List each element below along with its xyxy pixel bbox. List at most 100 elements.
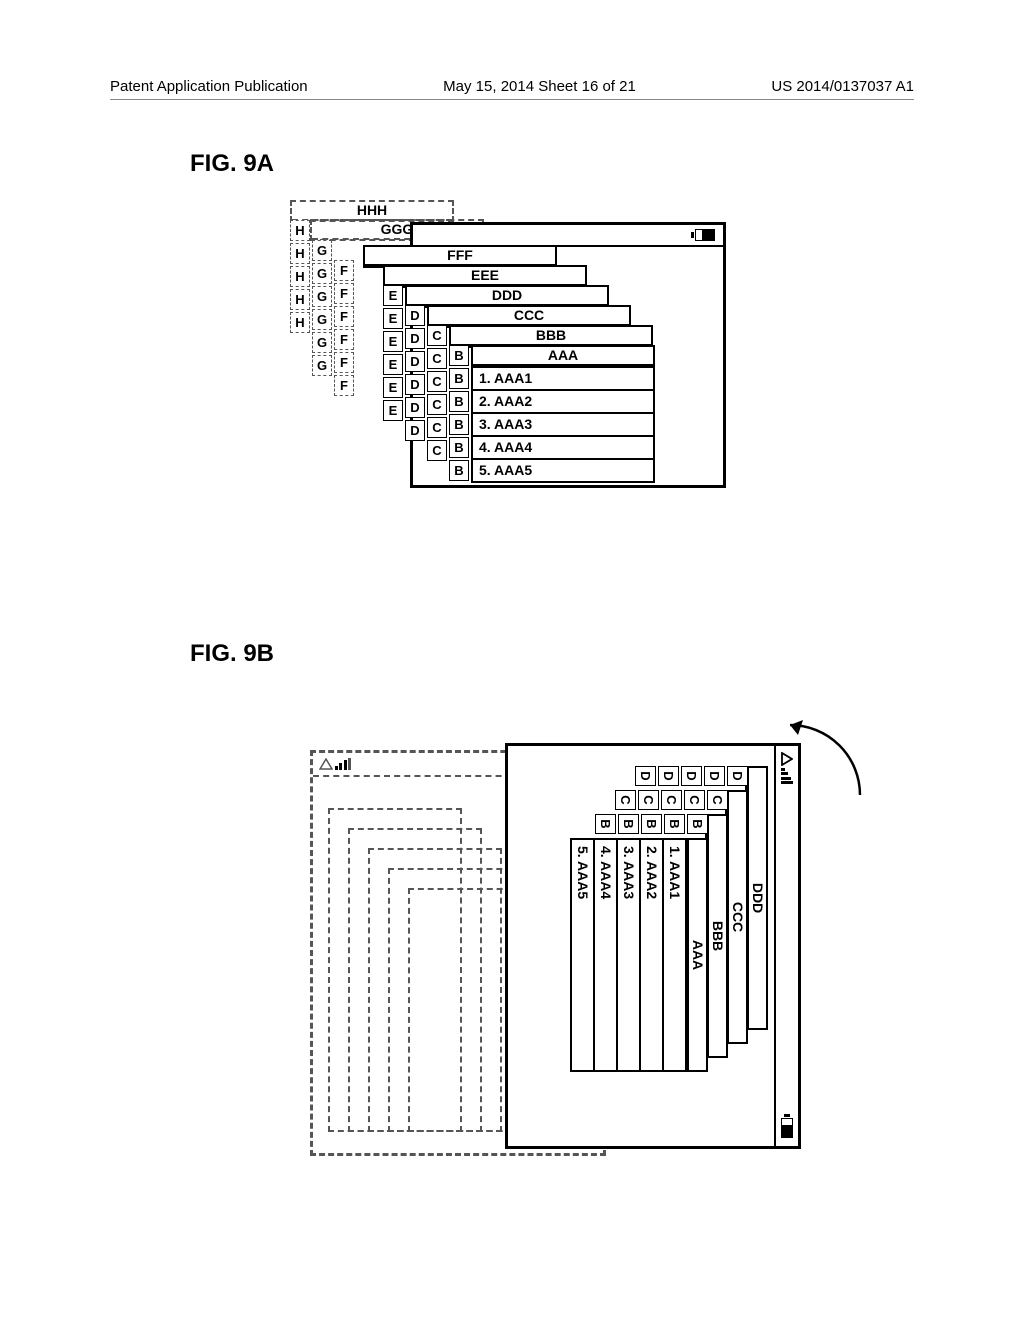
sidecol-b: B B B B B B [449,345,469,483]
signal-icon [319,758,351,770]
header-publication: Patent Application Publication [110,78,308,95]
side-c: C [707,790,728,810]
side-d: D [658,766,679,786]
title-fff: FFF [365,247,555,266]
signal-icon [781,752,793,784]
side-d: D [635,766,656,786]
side-b: B [449,437,469,458]
page: Patent Application Publication May 15, 2… [0,0,1024,1320]
header-date-sheet: May 15, 2014 Sheet 16 of 21 [443,78,636,95]
list-item: 1. AAA1 [664,840,687,1070]
battery-icon [691,229,715,241]
sidecol-d-9b: D D D D D [633,766,748,786]
side-b: B [641,814,662,834]
list-item: 2. AAA2 [473,389,653,412]
figure-9a: HHH GGG H H H H H G G G G G G F F F F [290,200,710,500]
side-h: H [290,266,310,287]
battery-icon [781,1114,793,1138]
header-patent-number: US 2014/0137037 A1 [771,78,914,95]
side-b: B [449,391,469,412]
list-item: 2. AAA2 [641,840,664,1070]
side-g: G [312,355,332,376]
side-d: D [727,766,748,786]
list-item: 3. AAA3 [618,840,641,1070]
side-b: B [449,414,469,435]
status-bar-9b [774,746,798,1146]
side-b: B [449,345,469,366]
side-f: F [334,306,354,327]
side-b: B [449,460,469,481]
side-d: D [405,351,425,372]
side-f: F [334,375,354,396]
card-bbb-9b: BBB [705,814,728,1058]
side-d: D [405,328,425,349]
side-e: E [383,308,403,329]
side-g: G [312,263,332,284]
title-ddd: DDD [407,287,607,306]
side-c: C [684,790,705,810]
sidecol-c: C C C C C C [427,325,447,463]
list-item: 5. AAA5 [473,458,653,481]
side-g: G [312,309,332,330]
side-d: D [405,420,425,441]
sidecol-b-9b: B B B B B [593,814,708,834]
side-b: B [618,814,639,834]
device-9a: FFF EEE E E E E E E DDD D D D [410,222,726,488]
side-d: D [405,397,425,418]
side-f: F [334,283,354,304]
title-ccc-9b: CCC [727,792,746,1042]
title-aaa: AAA [473,347,653,366]
list-item: 4. AAA4 [595,840,618,1070]
side-h: H [290,220,310,241]
title-ddd-9b: DDD [747,768,766,1028]
side-b: B [687,814,708,834]
status-bar-9a [413,225,723,247]
side-b: B [449,368,469,389]
side-c: C [427,325,447,346]
side-g: G [312,332,332,353]
title-eee: EEE [385,267,585,286]
side-c: C [427,417,447,438]
card-aaa: AAA 1. AAA1 2. AAA2 3. AAA3 4. AAA4 5. A… [471,345,655,483]
sidecol-f: F F F F F F [334,260,354,398]
sidecol-c-9b: C C C C C [613,790,728,810]
side-c: C [427,440,447,461]
figure-9b: DDD D D D D D CCC C C C C C BBB [310,750,870,1190]
side-d: D [405,305,425,326]
side-c: C [427,371,447,392]
sidecol-g: G G G G G G [312,240,332,378]
list-item: 4. AAA4 [473,435,653,458]
side-d: D [704,766,725,786]
side-c: C [661,790,682,810]
card-aaa-9b: AAA 1. AAA1 2. AAA2 3. AAA3 4. AAA4 5. A… [570,838,708,1072]
card-ccc-9b: CCC [725,790,748,1044]
side-c: C [427,348,447,369]
device-9b-landscape: DDD D D D D D CCC C C C C C BBB [505,743,801,1149]
list-item: 5. AAA5 [572,840,595,1070]
title-bbb-9b: BBB [707,816,726,1056]
title-aaa-9b: AAA [687,840,706,1070]
side-b: B [595,814,616,834]
side-h: H [290,289,310,310]
title-bbb: BBB [451,327,651,346]
side-f: F [334,329,354,350]
figure-9b-label: FIG. 9B [190,640,274,668]
card-ddd-9b: DDD [745,766,768,1030]
side-e: E [383,400,403,421]
side-f: F [334,260,354,281]
side-e: E [383,331,403,352]
side-c: C [615,790,636,810]
page-header: Patent Application Publication May 15, 2… [110,78,914,100]
list-item: 3. AAA3 [473,412,653,435]
side-c: C [638,790,659,810]
figure-9a-label: FIG. 9A [190,150,274,178]
title-ccc: CCC [429,307,629,326]
side-d: D [681,766,702,786]
side-e: E [383,285,403,306]
list-item: 1. AAA1 [473,366,653,389]
side-d: D [405,374,425,395]
side-g: G [312,286,332,307]
side-c: C [427,394,447,415]
side-h: H [290,243,310,264]
side-f: F [334,352,354,373]
